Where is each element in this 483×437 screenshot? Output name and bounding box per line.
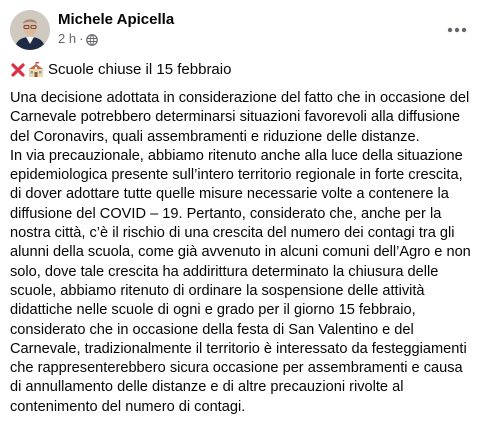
post-meta: 2 h · (58, 31, 99, 47)
post-paragraph-2: In via precauzionale, abbiamo ritenuto a… (10, 147, 471, 415)
red-cross-icon (11, 63, 25, 77)
school-icon (29, 62, 43, 77)
post-body: Una decisione adottata in considerazione… (10, 89, 476, 417)
post-time[interactable]: 2 h (58, 31, 76, 47)
post-title-line: Scuole chiuse il 15 febbraio (10, 60, 231, 80)
post-title: Scuole chiuse il 15 febbraio (48, 61, 232, 78)
more-options-icon[interactable] (445, 18, 469, 42)
facebook-post: Michele Apicella 2 h · Scuole chiuse il … (0, 0, 483, 437)
avatar[interactable] (10, 10, 50, 50)
post-paragraph-1: Una decisione adottata in considerazione… (10, 90, 470, 145)
globe-icon[interactable] (86, 33, 99, 46)
meta-separator: · (79, 31, 84, 46)
profile-photo (10, 10, 50, 50)
author-name[interactable]: Michele Apicella (58, 10, 174, 30)
